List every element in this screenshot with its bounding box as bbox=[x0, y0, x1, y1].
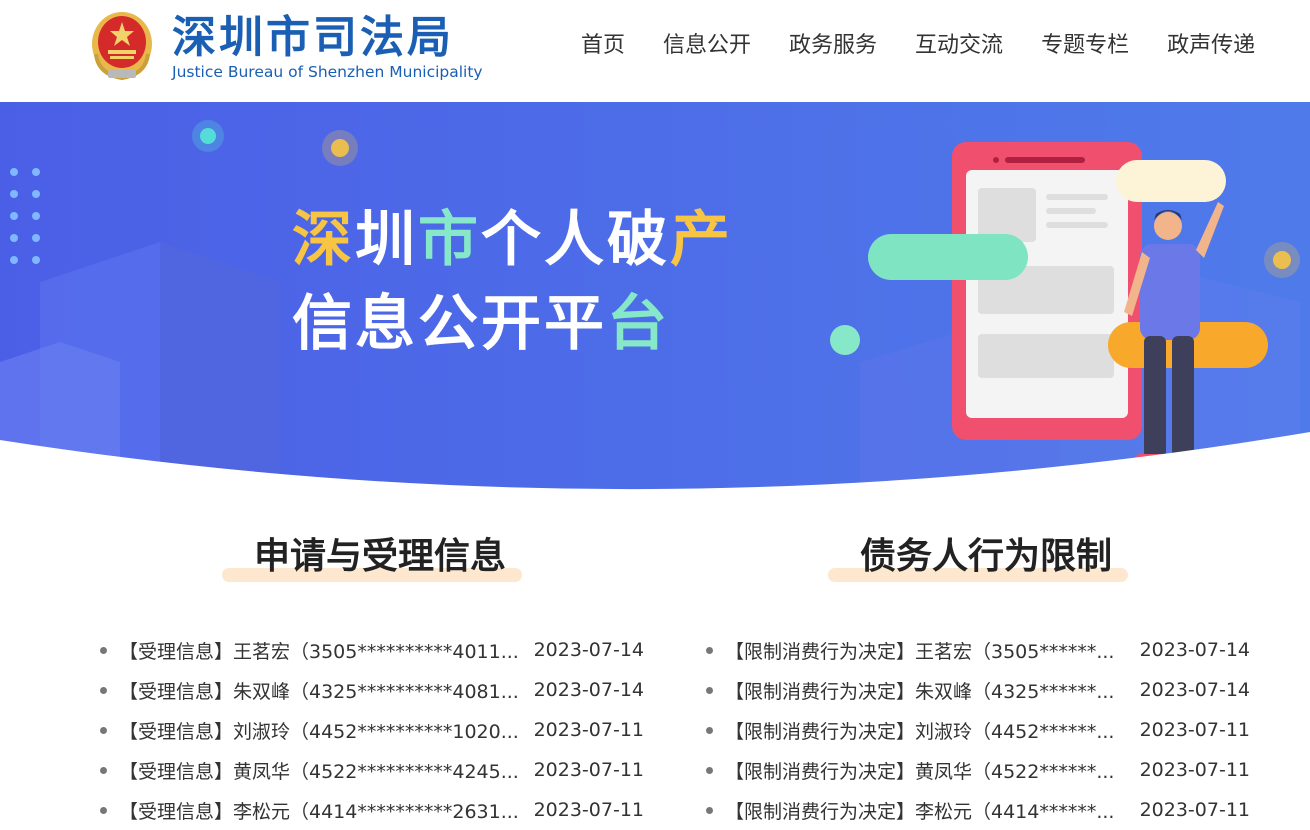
site-title-en: Justice Bureau of Shenzhen Municipality bbox=[172, 63, 483, 81]
list-item-date: 2023-07-11 bbox=[1139, 719, 1250, 741]
list-item: 【受理信息】朱双峰（4325**********4081... 2023-07-… bbox=[100, 670, 660, 710]
info-list: 【受理信息】王茗宏（3505**********4011... 2023-07-… bbox=[100, 630, 660, 830]
phone-illustration bbox=[952, 142, 1142, 440]
list-item-link[interactable]: 【限制消费行为决定】王茗宏（3505******... bbox=[725, 637, 1125, 664]
section-title[interactable]: 申请与受理信息 bbox=[100, 532, 660, 582]
bullet-icon bbox=[100, 726, 107, 734]
list-item-date: 2023-07-14 bbox=[533, 639, 644, 661]
section-debtor-restrictions: 债务人行为限制 【限制消费行为决定】王茗宏（3505******... 2023… bbox=[706, 530, 1266, 823]
nav-item-interaction[interactable]: 互动交流 bbox=[915, 30, 1003, 62]
list-item-link[interactable]: 【受理信息】刘淑玲（4452**********1020... bbox=[119, 717, 519, 744]
banner-title-line2: 信息公开平台 bbox=[292, 282, 733, 366]
list-item: 【限制消费行为决定】王茗宏（3505******... 2023-07-14 bbox=[706, 630, 1266, 670]
justice-emblem-icon bbox=[92, 12, 152, 81]
site-logo[interactable]: 深圳市司法局 Justice Bureau of Shenzhen Munici… bbox=[88, 8, 483, 84]
banner-char: 人 bbox=[544, 205, 607, 275]
banner-title: 深圳市个人破产 信息公开平台 bbox=[292, 198, 733, 366]
nav-item-special-topics[interactable]: 专题专栏 bbox=[1041, 30, 1129, 62]
site-title-cn: 深圳市司法局 bbox=[172, 12, 454, 63]
bullet-icon bbox=[100, 646, 107, 654]
section-title[interactable]: 债务人行为限制 bbox=[706, 532, 1266, 582]
banner-char: 台 bbox=[607, 289, 670, 359]
banner-char: 圳 bbox=[355, 205, 418, 275]
banner-char: 市 bbox=[418, 205, 481, 275]
list-item: 【限制消费行为决定】朱双峰（4325******... 2023-07-14 bbox=[706, 670, 1266, 710]
banner-char: 息 bbox=[355, 289, 418, 359]
list-item-date: 2023-07-11 bbox=[1139, 759, 1250, 781]
list-item-link[interactable]: 【限制消费行为决定】李松元（4414******... bbox=[725, 797, 1125, 824]
banner-char: 平 bbox=[544, 289, 607, 359]
list-item-link[interactable]: 【限制消费行为决定】黄凤华（4522******... bbox=[725, 757, 1125, 784]
bullet-icon bbox=[100, 806, 107, 814]
bullet-icon bbox=[100, 766, 107, 774]
list-item-date: 2023-07-11 bbox=[533, 719, 644, 741]
bullet-icon bbox=[706, 646, 713, 654]
list-item-link[interactable]: 【受理信息】朱双峰（4325**********4081... bbox=[119, 677, 519, 704]
list-item-date: 2023-07-14 bbox=[1139, 679, 1250, 701]
section-header: 债务人行为限制 bbox=[706, 530, 1266, 588]
list-item-date: 2023-07-11 bbox=[533, 799, 644, 821]
list-item: 【限制消费行为决定】刘淑玲（4452******... 2023-07-11 bbox=[706, 710, 1266, 750]
list-item: 【受理信息】李松元（4414**********2631... 2023-07-… bbox=[100, 790, 660, 830]
banner-char: 公 bbox=[418, 289, 481, 359]
list-item-date: 2023-07-11 bbox=[1139, 799, 1250, 821]
list-item-date: 2023-07-11 bbox=[533, 759, 644, 781]
list-item: 【限制消费行为决定】李松元（4414******... 2023-07-11 bbox=[706, 790, 1266, 830]
list-item-link[interactable]: 【受理信息】李松元（4414**********2631... bbox=[119, 797, 519, 824]
banner-char: 深 bbox=[292, 205, 355, 275]
main-nav: 首页 信息公开 政务服务 互动交流 专题专栏 政声传递 bbox=[560, 30, 1272, 62]
banner-char: 产 bbox=[670, 205, 733, 275]
list-item: 【受理信息】黄凤华（4522**********4245... 2023-07-… bbox=[100, 750, 660, 790]
banner-title-line1: 深圳市个人破产 bbox=[292, 198, 733, 282]
bullet-icon bbox=[706, 806, 713, 814]
nav-item-government-services[interactable]: 政务服务 bbox=[789, 30, 877, 62]
banner-char: 破 bbox=[607, 205, 670, 275]
section-header: 申请与受理信息 bbox=[100, 530, 660, 588]
list-item-link[interactable]: 【受理信息】王茗宏（3505**********4011... bbox=[119, 637, 519, 664]
list-item: 【受理信息】刘淑玲（4452**********1020... 2023-07-… bbox=[100, 710, 660, 750]
site-header: 深圳市司法局 Justice Bureau of Shenzhen Munici… bbox=[0, 0, 1310, 102]
nav-item-home[interactable]: 首页 bbox=[581, 30, 625, 62]
list-item-link[interactable]: 【限制消费行为决定】刘淑玲（4452******... bbox=[725, 717, 1125, 744]
bullet-icon bbox=[706, 726, 713, 734]
banner-char: 信 bbox=[292, 289, 355, 359]
bullet-icon bbox=[100, 686, 107, 694]
list-item-link[interactable]: 【限制消费行为决定】朱双峰（4325******... bbox=[725, 677, 1125, 704]
section-application-acceptance: 申请与受理信息 【受理信息】王茗宏（3505**********4011... … bbox=[100, 530, 660, 823]
bullet-icon bbox=[706, 686, 713, 694]
list-item: 【限制消费行为决定】黄凤华（4522******... 2023-07-11 bbox=[706, 750, 1266, 790]
banner-char: 个 bbox=[481, 205, 544, 275]
list-item-link[interactable]: 【受理信息】黄凤华（4522**********4245... bbox=[119, 757, 519, 784]
banner-char: 开 bbox=[481, 289, 544, 359]
bullet-icon bbox=[706, 766, 713, 774]
info-list: 【限制消费行为决定】王茗宏（3505******... 2023-07-14 【… bbox=[706, 630, 1266, 830]
hero-banner: 深圳市个人破产 信息公开平台 bbox=[0, 102, 1310, 490]
nav-item-info-disclosure[interactable]: 信息公开 bbox=[663, 30, 751, 62]
list-item-date: 2023-07-14 bbox=[1139, 639, 1250, 661]
list-item-date: 2023-07-14 bbox=[533, 679, 644, 701]
list-item: 【受理信息】王茗宏（3505**********4011... 2023-07-… bbox=[100, 630, 660, 670]
nav-item-news[interactable]: 政声传递 bbox=[1167, 30, 1255, 62]
